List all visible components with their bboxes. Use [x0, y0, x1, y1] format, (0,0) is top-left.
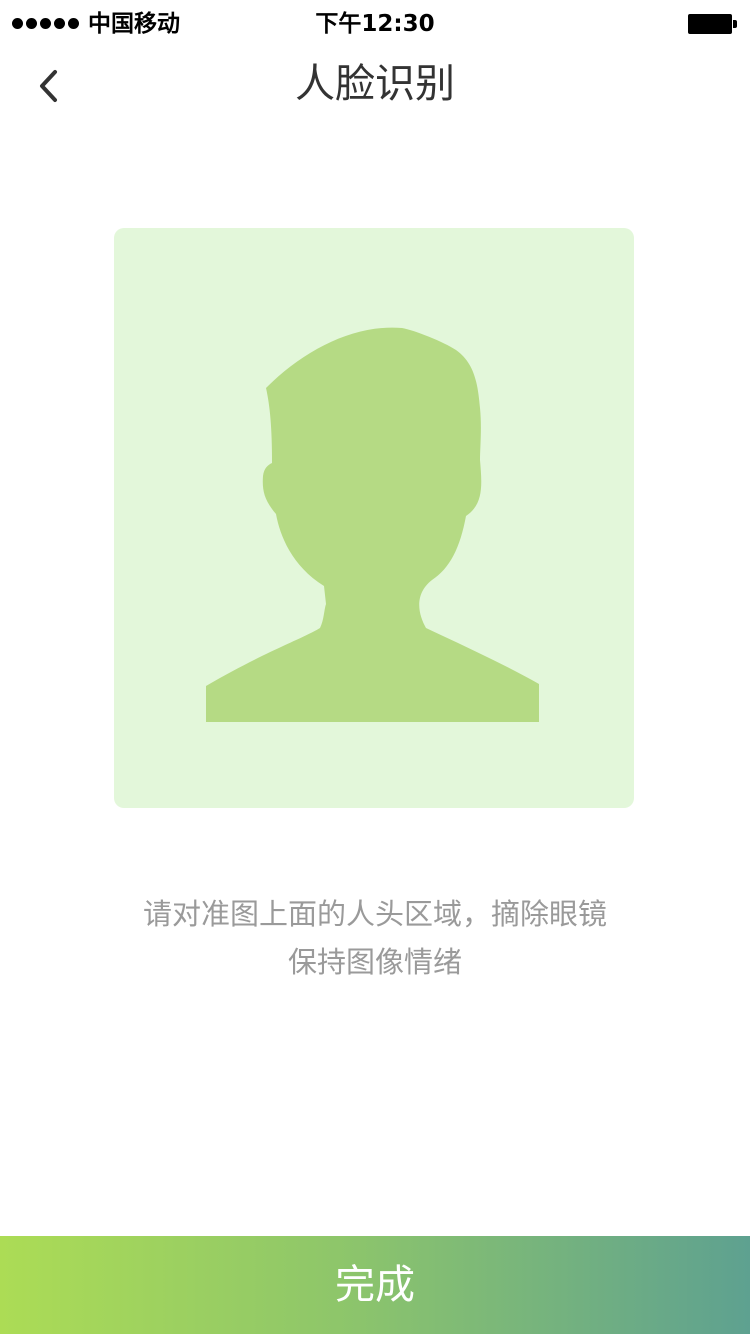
face-recognition-screen: 中国移动 下午12:30 人脸识别 请对准图上面的人头区域，摘除眼镜 保持图像情… [0, 0, 750, 1334]
status-bar: 中国移动 下午12:30 [0, 0, 750, 48]
instruction-line-1: 请对准图上面的人头区域，摘除眼镜 [142, 897, 607, 931]
status-time: 下午12:30 [315, 11, 435, 37]
face-frame [114, 228, 634, 808]
instructions: 请对准图上面的人头区域，摘除眼镜 保持图像情绪 [0, 890, 750, 986]
page-title: 人脸识别 [295, 61, 455, 107]
done-button[interactable]: 完成 [0, 1236, 750, 1334]
nav-bar: 人脸识别 [0, 48, 750, 124]
instruction-line-2: 保持图像情绪 [287, 945, 462, 979]
person-silhouette-icon [206, 327, 539, 722]
battery-full-icon [688, 14, 737, 34]
